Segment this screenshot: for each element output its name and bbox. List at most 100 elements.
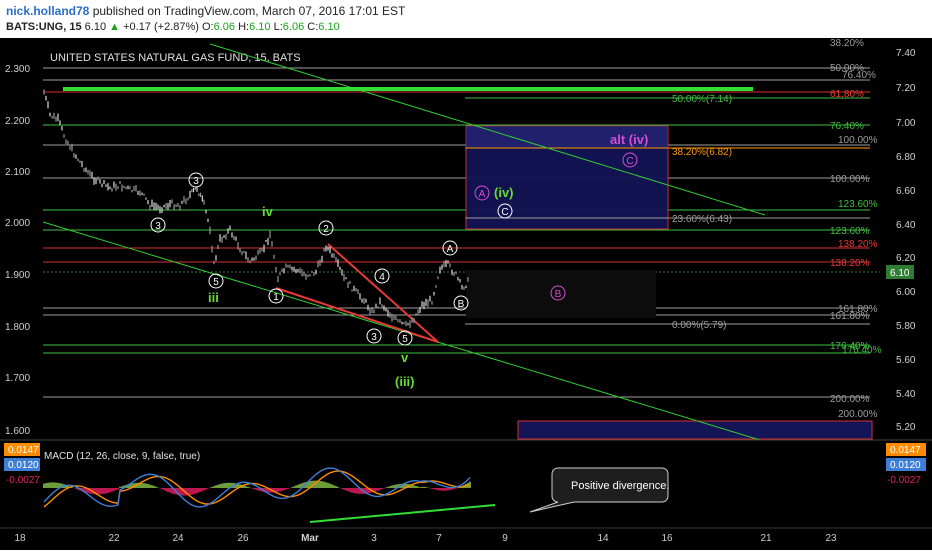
left-tick: 1.600: [5, 426, 30, 437]
right-tick: 6.80: [896, 152, 916, 163]
price-change: +0.17 (+2.87%): [123, 21, 199, 33]
x-tick: 16: [661, 533, 673, 544]
wave-3c-label: 3: [371, 332, 377, 343]
high-label: H:: [238, 21, 250, 33]
publish-line: nick.holland78 published on TradingView.…: [6, 4, 405, 18]
fib-label: 100.00%: [838, 135, 878, 146]
right-tick: 5.40: [896, 389, 916, 400]
wave-5-label: 5: [213, 277, 219, 288]
fib-label: 161.80%: [830, 311, 870, 322]
wave-a-box-label: A: [479, 189, 486, 200]
x-tick: 9: [502, 533, 508, 544]
chart-area[interactable]: UNITED STATES NATURAL GAS FUND, 15, BATS…: [0, 38, 932, 550]
last-price-tag-text: 6.10: [890, 268, 910, 279]
x-tick: 21: [760, 533, 772, 544]
macd-label: MACD (12, 26, close, 9, false, true): [44, 451, 200, 462]
fib-label: 138.20%: [838, 239, 878, 250]
left-tick: 1.900: [5, 270, 30, 281]
high-value: 6.10: [249, 21, 271, 33]
fib-label: 0.00%(5.79): [672, 320, 726, 331]
fib-label: 61.80%: [830, 89, 864, 100]
macd-tag-right-text: -0.0027: [887, 475, 921, 486]
right-tick: 6.40: [896, 220, 916, 231]
fib-label: 200.00%: [830, 394, 870, 405]
wave-iii-label: iii: [208, 290, 219, 305]
left-tick: 2.200: [5, 116, 30, 127]
wave-5b-label: 5: [402, 334, 408, 345]
fib-label: 100.00%: [830, 174, 870, 185]
x-tick: 26: [237, 533, 249, 544]
macd-tag-right-text: 0.0147: [890, 445, 921, 456]
wave-3-label: 3: [155, 221, 161, 232]
symbol-label: BATS:UNG, 15: [6, 21, 82, 33]
left-tick: 2.100: [5, 167, 30, 178]
symbol-line: BATS:UNG, 15 6.10 ▲ +0.17 (+2.87%) O:6.0…: [6, 21, 340, 33]
chart-title: UNITED STATES NATURAL GAS FUND, 15, BATS: [50, 52, 301, 64]
wave-b-magenta-label: B: [555, 289, 562, 300]
open-value: 6.06: [213, 21, 236, 33]
right-tick: 5.80: [896, 321, 916, 332]
lower-box: [517, 420, 873, 440]
x-tick: 22: [108, 533, 120, 544]
last-price: 6.10: [84, 21, 107, 33]
fib-label: 38.20%(6.82): [672, 147, 732, 158]
published-text: published on TradingView.com, March 07, …: [92, 4, 406, 18]
right-tick: 7.00: [896, 118, 916, 129]
macd-tag-right-text: 0.0120: [890, 460, 921, 471]
x-tick: Mar: [301, 533, 319, 544]
fib-label: 123.60%: [830, 226, 870, 237]
fib-label: 76.40%: [842, 70, 876, 81]
macd-tag-left-text: 0.0147: [8, 445, 39, 456]
alt-iv-label: alt (iv): [610, 132, 648, 147]
wave-iii-paren-label: (iii): [395, 374, 415, 389]
fib-label: 76.40%: [830, 121, 864, 132]
right-tick: 6.00: [896, 287, 916, 298]
x-tick: 3: [371, 533, 377, 544]
right-tick: 5.60: [896, 355, 916, 366]
right-tick: 7.20: [896, 83, 916, 94]
chart-header: nick.holland78 published on TradingView.…: [0, 0, 932, 38]
x-tick: 24: [172, 533, 184, 544]
right-tick: 6.60: [896, 186, 916, 197]
macd-tag-left-text: -0.0027: [6, 475, 40, 486]
chart-svg[interactable]: UNITED STATES NATURAL GAS FUND, 15, BATS…: [0, 38, 932, 550]
macd-tag-left-text: 0.0120: [8, 460, 39, 471]
wave-v-label: v: [401, 350, 409, 365]
low-label: L:: [273, 21, 283, 33]
up-arrow-icon: ▲: [109, 21, 121, 33]
fib-label: 123.60%: [838, 199, 878, 210]
author-link[interactable]: nick.holland78: [6, 4, 89, 18]
wave-c-box-label: C: [501, 207, 508, 218]
right-tick: 7.40: [896, 48, 916, 59]
wave-4-label: 3: [193, 176, 199, 187]
fib-label: 50.00%(7.14): [672, 94, 732, 105]
left-tick: 1.700: [5, 373, 30, 384]
left-tick: 2.300: [5, 64, 30, 75]
wave-a-label: A: [447, 244, 454, 255]
close-value: 6.10: [318, 21, 340, 33]
left-tick: 1.800: [5, 322, 30, 333]
wave-c-alt-label: C: [626, 156, 633, 167]
wave-iv-label: iv: [262, 204, 274, 219]
x-tick: 23: [825, 533, 837, 544]
fib-label: 23.60%(6.43): [672, 214, 732, 225]
close-label: C:: [307, 21, 319, 33]
left-tick: 2.000: [5, 218, 30, 229]
wave-1-label: 1: [273, 292, 279, 303]
wave-iv-paren-label: (iv): [494, 185, 514, 200]
wave-4b-label: 4: [379, 272, 385, 283]
right-tick: 6.20: [896, 253, 916, 264]
fib-label: 38.20%: [830, 38, 864, 49]
x-tick: 7: [436, 533, 442, 544]
x-tick: 14: [597, 533, 609, 544]
x-tick: 18: [14, 533, 26, 544]
annotation-text: Positive divergence.: [571, 480, 669, 492]
open-label: O:: [202, 21, 214, 33]
wave-2-label: 2: [323, 224, 329, 235]
fib-label: 176.40%: [842, 345, 882, 356]
fib-label: 138.20%: [830, 258, 870, 269]
low-value: 6.06: [282, 21, 305, 33]
wave-b-label: B: [458, 299, 465, 310]
fib-label: 200.00%: [838, 409, 878, 420]
right-tick: 5.20: [896, 422, 916, 433]
